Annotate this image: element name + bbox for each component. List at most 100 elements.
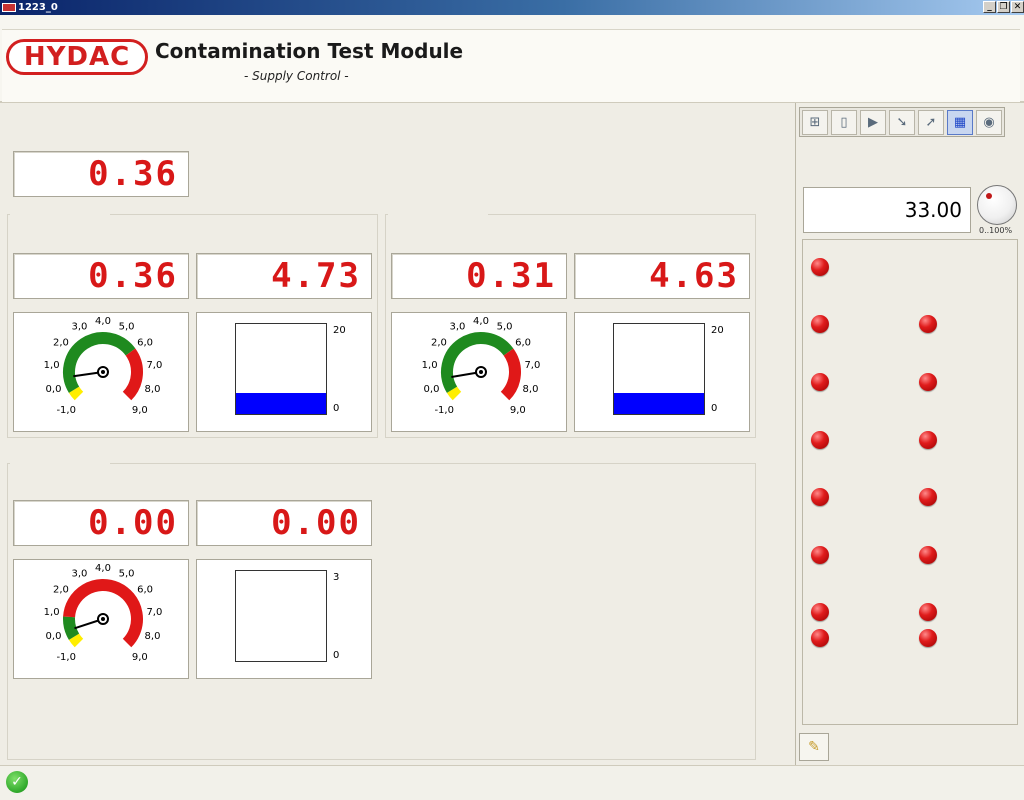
tank-fill-2 <box>614 393 704 414</box>
gauge-tick-label: 6,0 <box>515 337 531 348</box>
app-icon <box>2 3 16 12</box>
gauge-tick-label: 6,0 <box>137 584 153 595</box>
status-led <box>919 373 937 391</box>
gauge-hub-center <box>479 370 483 374</box>
gauge-tick-label: 0,0 <box>46 384 62 395</box>
gauge-panel-3: -1,0 0,0 1,0 2,0 3,0 4,0 5,0 6,0 7,0 8,0 9,0 <box>13 559 189 679</box>
gauge-panel-2: -1,0 0,0 1,0 2,0 3,0 4,0 5,0 6,0 7,0 8,0 9,0 <box>391 312 567 432</box>
arrow-up-right-icon[interactable]: ➚ <box>918 110 944 135</box>
minimize-button[interactable]: _ <box>983 1 996 13</box>
app-title: Contamination Test Module <box>155 39 464 63</box>
gauge-band-red <box>500 348 521 401</box>
gauge-tick-label: 8,0 <box>145 384 161 395</box>
status-led <box>811 315 829 333</box>
pressure-gauge-2: -1,0 0,0 1,0 2,03,0 4,0 5,06,0 7,0 8,0 9,0 <box>422 316 541 416</box>
gauge-tick-label: 1,0 <box>422 360 438 371</box>
tank-max-label-2: 20 <box>711 325 724 336</box>
status-led <box>919 431 937 449</box>
pressure-display-1: 0.36 <box>13 253 189 299</box>
gauge-tick-label: 1,0 <box>44 607 60 618</box>
gauge-tick-label: 2,0 <box>53 584 69 595</box>
play-icon[interactable]: ▶ <box>860 110 886 135</box>
gauge-tick-label: 5,0 <box>497 322 513 333</box>
gauge-tick-label: 9,0 <box>510 405 526 416</box>
gauge-hub-center <box>101 370 105 374</box>
pencil-icon: ✎ <box>808 739 820 755</box>
close-button[interactable]: ✕ <box>1011 1 1024 13</box>
status-led <box>919 629 937 647</box>
setpoint-knob[interactable] <box>977 185 1017 225</box>
tank-panel-3: 3 0 <box>196 559 372 679</box>
gauge-band-yellow <box>68 386 84 401</box>
tank-fill-1 <box>236 392 326 414</box>
gauge-tick-label: 7,0 <box>524 360 540 371</box>
status-led <box>811 373 829 391</box>
tank-max-label-3: 3 <box>333 572 340 583</box>
gauge-band-yellow <box>68 633 84 648</box>
gauge-tick-label: 2,0 <box>431 337 447 348</box>
gauge-hub-center <box>101 617 105 621</box>
gauge-tick-label: 5,0 <box>119 569 135 580</box>
setpoint-field[interactable]: 33.00 <box>803 187 971 233</box>
tank-min-label-2: 0 <box>711 403 718 414</box>
window-title: 1223_0 <box>18 2 58 13</box>
gauge-tick-label: 0,0 <box>46 631 62 642</box>
gauge-tick-label: 9,0 <box>132 405 148 416</box>
gauge-tick-label: 7,0 <box>146 607 162 618</box>
edit-note-button[interactable]: ✎ <box>799 733 829 761</box>
gauge-band-yellow <box>446 386 462 401</box>
tank-min-label-3: 0 <box>333 650 340 661</box>
status-led <box>919 603 937 621</box>
gauge-tick-label: 8,0 <box>523 384 539 395</box>
status-led <box>919 315 937 333</box>
gauge-tick-label: -1,0 <box>434 405 454 416</box>
gauge-band-red <box>122 348 143 401</box>
pressure-display-2: 0.31 <box>391 253 567 299</box>
gauge-tick-label: 1,0 <box>44 360 60 371</box>
tank-level-bar-3 <box>235 570 327 662</box>
status-led <box>811 603 829 621</box>
gauge-band-green <box>441 332 514 393</box>
gauge-tick-label: 7,0 <box>146 360 162 371</box>
knob-range-label: 0..100% <box>979 226 1013 235</box>
gauge-band-green <box>63 616 80 640</box>
clipboard-icon[interactable]: ▯ <box>831 110 857 135</box>
restore-button[interactable]: ❐ <box>997 1 1010 13</box>
tank-min-label-1: 0 <box>333 403 340 414</box>
checkmark-icon: ✓ <box>6 771 28 793</box>
pressure-gauge-3: -1,0 0,0 1,0 2,03,0 4,0 5,06,0 7,0 8,0 9,0 <box>44 563 163 663</box>
status-led <box>811 488 829 506</box>
status-bar: ✓ <box>0 765 1024 800</box>
gauge-tick-label: 6,0 <box>137 337 153 348</box>
gauge-tick-label: 3,0 <box>449 322 465 333</box>
status-led <box>919 488 937 506</box>
gauge-tick-label: 9,0 <box>132 652 148 663</box>
tank-level-bar-1 <box>235 323 327 415</box>
network-icon[interactable]: ⊞ <box>802 110 828 135</box>
arrow-down-right-icon[interactable]: ➘ <box>889 110 915 135</box>
tank-level-bar-2 <box>613 323 705 415</box>
toolbar: ⊞ ▯ ▶ ➘ ➚ ▦ ◉ <box>799 107 1005 137</box>
gauge-tick-label: 3,0 <box>71 569 87 580</box>
app-subtitle: - Supply Control - <box>244 69 349 83</box>
gauge-tick-label: 5,0 <box>119 322 135 333</box>
app-header <box>0 15 1024 103</box>
status-led <box>811 258 829 276</box>
gauge-tick-label: 3,0 <box>71 322 87 333</box>
status-led <box>811 629 829 647</box>
gauge-tick-label: 0,0 <box>424 384 440 395</box>
status-led <box>919 546 937 564</box>
top-display: 0.36 <box>13 151 189 197</box>
gauge-tick-label: 4,0 <box>95 563 111 574</box>
gauge-tick-label: 2,0 <box>53 337 69 348</box>
right-control-panel: ⊞ ▯ ▶ ➘ ➚ ▦ ◉ 33.00 0..100% ✎ <box>795 103 1024 765</box>
tank-panel-2: 20 0 <box>574 312 750 432</box>
tank-max-label-1: 20 <box>333 325 346 336</box>
pressure-display-3: 0.00 <box>13 500 189 546</box>
gauge-band-green <box>63 332 136 393</box>
disc-icon[interactable]: ◉ <box>976 110 1002 135</box>
gauge-tick-label: -1,0 <box>56 405 76 416</box>
window-titlebar: 1223_0 _ ❐ ✕ <box>0 0 1024 15</box>
monitor-icon[interactable]: ▦ <box>947 110 973 135</box>
status-led <box>811 546 829 564</box>
